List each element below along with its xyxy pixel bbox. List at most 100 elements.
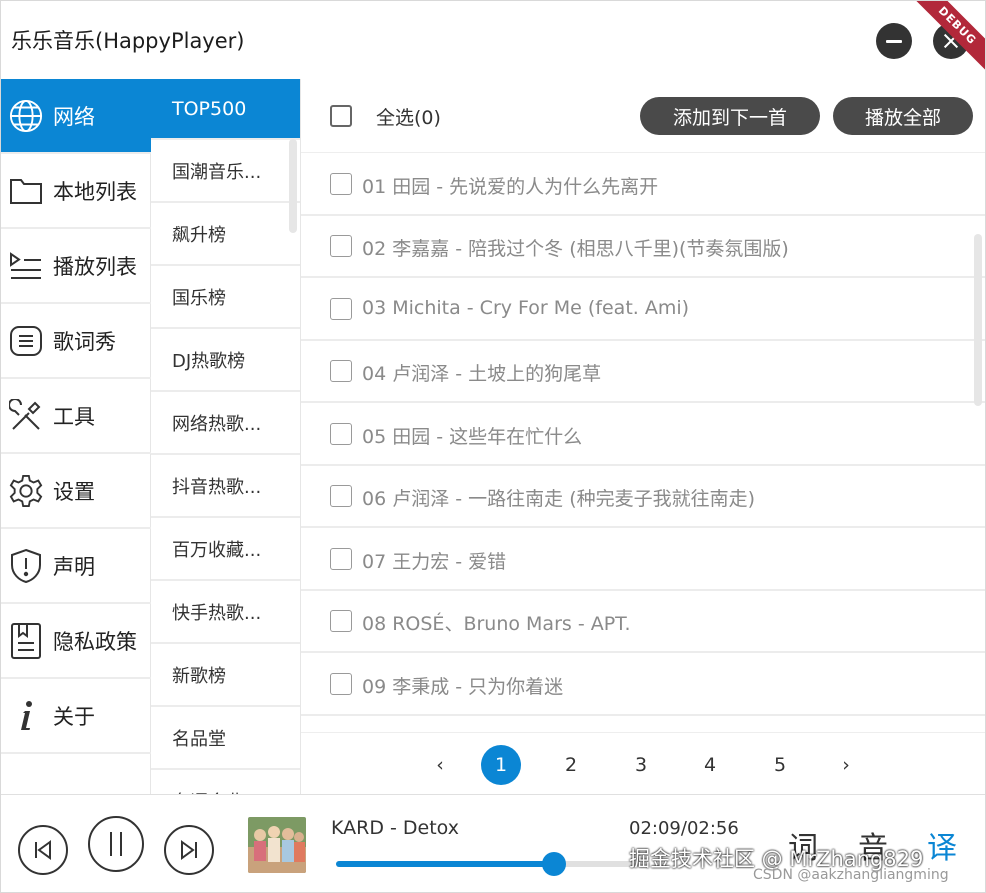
song-row[interactable]: 04 卢润泽 - 土坡上的狗尾草 bbox=[301, 341, 985, 403]
song-label: 03 Michita - Cry For Me (feat. Ami) bbox=[362, 297, 690, 319]
skip-forward-icon bbox=[181, 840, 197, 860]
next-track-button[interactable] bbox=[164, 825, 214, 875]
app-title: 乐乐音乐(HappyPlayer) bbox=[11, 29, 245, 53]
title-bar[interactable]: 乐乐音乐(HappyPlayer) DEBUG bbox=[1, 1, 985, 79]
pause-button[interactable] bbox=[88, 816, 144, 872]
song-checkbox[interactable] bbox=[330, 673, 352, 695]
progress-knob[interactable] bbox=[541, 852, 566, 876]
song-checkbox[interactable] bbox=[330, 548, 352, 570]
nav-label: 网络 bbox=[53, 104, 95, 129]
nav-item-local-list[interactable]: 本地列表 bbox=[1, 154, 151, 229]
song-label: 01 田园 - 先说爱的人为什么先离开 bbox=[362, 176, 659, 198]
nav-label: 隐私政策 bbox=[53, 629, 137, 654]
nav-label: 工具 bbox=[53, 404, 95, 429]
song-label: 06 卢润泽 - 一路往南走 (种完麦子我就往南走) bbox=[362, 488, 756, 510]
chart-list-scrollbar[interactable] bbox=[289, 139, 297, 233]
nav-item-playlist[interactable]: 播放列表 bbox=[1, 229, 151, 304]
chart-item[interactable]: 国乐榜 bbox=[151, 266, 300, 329]
nav-item-settings[interactable]: 设置 bbox=[1, 454, 151, 529]
song-row[interactable]: 01 田园 - 先说爱的人为什么先离开 bbox=[301, 154, 985, 216]
shield-icon bbox=[9, 548, 43, 583]
globe-icon bbox=[9, 99, 43, 133]
song-checkbox[interactable] bbox=[330, 298, 352, 320]
next-page-button[interactable]: › bbox=[826, 745, 866, 785]
page-button[interactable]: 3 bbox=[621, 745, 661, 785]
song-label: 08 ROSÉ、Bruno Mars - APT. bbox=[362, 613, 631, 635]
gear-icon bbox=[9, 474, 43, 508]
nav-item-tools[interactable]: 工具 bbox=[1, 379, 151, 454]
policy-icon bbox=[9, 622, 43, 659]
song-list-scrollbar[interactable] bbox=[974, 234, 982, 406]
select-all-checkbox[interactable] bbox=[330, 105, 352, 127]
prev-page-button[interactable]: ‹ bbox=[420, 745, 460, 785]
song-row[interactable]: 07 王力宏 - 爱错 bbox=[301, 529, 985, 591]
page-button[interactable]: 4 bbox=[690, 745, 730, 785]
watermark-csdn: CSDN @aakzhangliangming bbox=[753, 867, 949, 883]
nav-label: 本地列表 bbox=[53, 179, 137, 204]
chart-item[interactable]: 粤语金曲 bbox=[151, 770, 300, 795]
nav-item-about[interactable]: 关于 bbox=[1, 679, 151, 754]
chart-item[interactable]: 新歌榜 bbox=[151, 644, 300, 707]
chart-item[interactable]: DJ热歌榜 bbox=[151, 329, 300, 392]
song-checkbox[interactable] bbox=[330, 485, 352, 507]
chart-item[interactable]: 网络热歌... bbox=[151, 392, 300, 455]
song-label: 09 李秉成 - 只为你着迷 bbox=[362, 676, 564, 698]
song-checkbox[interactable] bbox=[330, 610, 352, 632]
song-label: 07 王力宏 - 爱错 bbox=[362, 551, 507, 573]
progress-fill bbox=[336, 861, 554, 867]
play-all-button[interactable]: 播放全部 bbox=[833, 97, 973, 135]
song-checkbox[interactable] bbox=[330, 173, 352, 195]
song-toolbar: 全选(0) 添加到下一首 播放全部 bbox=[301, 79, 985, 153]
chart-item[interactable]: 抖音热歌... bbox=[151, 455, 300, 518]
chart-list: TOP500 国潮音乐... 飙升榜 国乐榜 DJ热歌榜 网络热歌... 抖音热… bbox=[151, 79, 301, 794]
nav-item-lyrics[interactable]: 歌词秀 bbox=[1, 304, 151, 379]
song-row[interactable]: 08 ROSÉ、Bruno Mars - APT. bbox=[301, 591, 985, 653]
skip-back-icon bbox=[35, 840, 51, 860]
chart-item[interactable]: 名品堂 bbox=[151, 707, 300, 770]
chart-item[interactable]: 快手热歌... bbox=[151, 581, 300, 644]
page-button[interactable]: 2 bbox=[551, 745, 591, 785]
folder-icon bbox=[9, 174, 43, 208]
playback-time: 02:09/02:56 bbox=[629, 818, 739, 839]
previous-track-button[interactable] bbox=[18, 825, 68, 875]
chart-item[interactable]: 百万收藏... bbox=[151, 518, 300, 581]
nav-label: 播放列表 bbox=[53, 254, 137, 279]
main-nav: 网络 本地列表 播放列表 歌词秀 工具 设置 声明 隐私政策 关于 bbox=[1, 79, 151, 794]
nav-item-network[interactable]: 网络 bbox=[1, 79, 151, 154]
chart-item[interactable]: 国潮音乐... bbox=[151, 140, 300, 203]
song-label: 04 卢润泽 - 土坡上的狗尾草 bbox=[362, 363, 602, 385]
pause-icon bbox=[110, 832, 122, 856]
minimize-button[interactable] bbox=[876, 23, 912, 59]
page-button[interactable]: 5 bbox=[760, 745, 800, 785]
page-button[interactable]: 1 bbox=[481, 745, 521, 785]
tools-icon bbox=[9, 398, 43, 433]
song-checkbox[interactable] bbox=[330, 360, 352, 382]
nav-item-statement[interactable]: 声明 bbox=[1, 529, 151, 604]
select-all-label: 全选(0) bbox=[376, 107, 441, 129]
progress-slider[interactable] bbox=[336, 852, 634, 876]
info-icon bbox=[9, 699, 43, 733]
chart-item[interactable]: TOP500 bbox=[151, 79, 300, 140]
nav-label: 声明 bbox=[53, 554, 95, 579]
translate-button[interactable]: 译 bbox=[927, 823, 957, 867]
nav-item-privacy[interactable]: 隐私政策 bbox=[1, 604, 151, 679]
add-to-next-button[interactable]: 添加到下一首 bbox=[640, 97, 820, 135]
song-row[interactable]: 03 Michita - Cry For Me (feat. Ami) bbox=[301, 279, 985, 341]
song-row[interactable]: 02 李嘉嘉 - 陪我过个冬 (相思八千里)(节奏氛围版) bbox=[301, 216, 985, 278]
chart-item[interactable]: 飙升榜 bbox=[151, 203, 300, 266]
song-label: 02 李嘉嘉 - 陪我过个冬 (相思八千里)(节奏氛围版) bbox=[362, 238, 789, 260]
lyrics-icon bbox=[9, 324, 43, 358]
song-row[interactable]: 05 田园 - 这些年在忙什么 bbox=[301, 404, 985, 466]
song-panel: 全选(0) 添加到下一首 播放全部 01 田园 - 先说爱的人为什么先离开 02… bbox=[301, 79, 985, 794]
song-row[interactable]: 09 李秉成 - 只为你着迷 bbox=[301, 654, 985, 716]
pagination: ‹ 1 2 3 4 5 › bbox=[301, 732, 985, 794]
playlist-icon bbox=[9, 249, 43, 283]
song-checkbox[interactable] bbox=[330, 423, 352, 445]
album-cover[interactable] bbox=[248, 817, 306, 873]
now-playing-title: KARD - Detox bbox=[331, 817, 459, 839]
song-label: 05 田园 - 这些年在忙什么 bbox=[362, 426, 583, 448]
nav-label: 关于 bbox=[53, 704, 95, 729]
app-window: 乐乐音乐(HappyPlayer) DEBUG 网络 本地列表 播放列表 歌词秀… bbox=[0, 0, 986, 893]
song-row[interactable]: 06 卢润泽 - 一路往南走 (种完麦子我就往南走) bbox=[301, 466, 985, 528]
song-checkbox[interactable] bbox=[330, 235, 352, 257]
